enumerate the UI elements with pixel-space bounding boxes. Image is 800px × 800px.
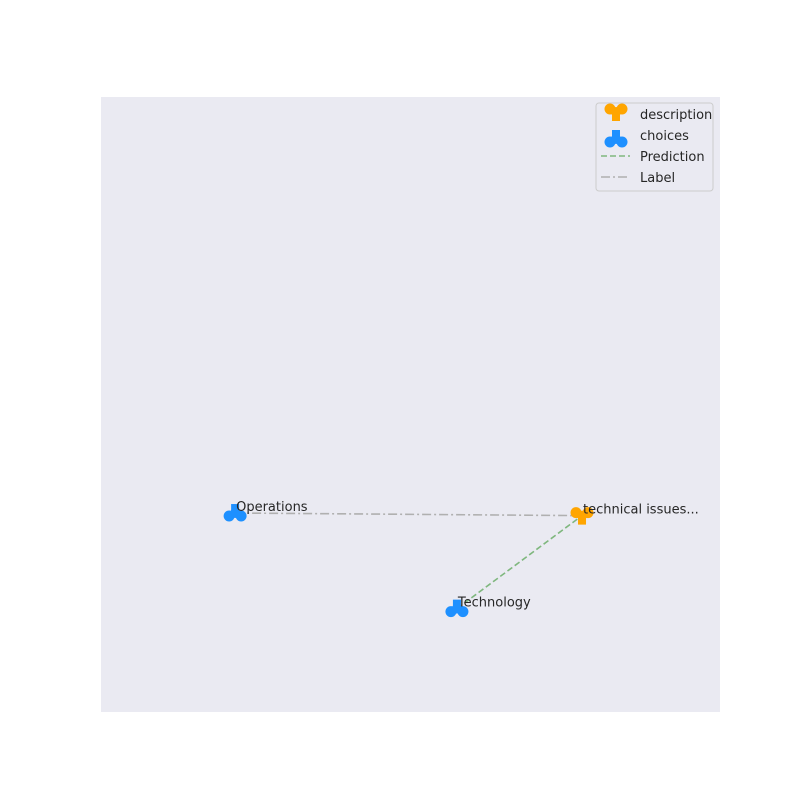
point-label: Technology (457, 596, 531, 611)
chart-figure: technical issues...OperationsTechnology … (101, 97, 720, 712)
legend-text: choices (640, 129, 689, 144)
legend-text: Prediction (640, 150, 705, 165)
point-label: technical issues... (583, 503, 699, 518)
legend-text: Label (640, 171, 675, 186)
point-label: Operations (236, 500, 308, 515)
legend: description choices Prediction Label (595, 102, 714, 192)
legend-text: description (640, 108, 712, 123)
